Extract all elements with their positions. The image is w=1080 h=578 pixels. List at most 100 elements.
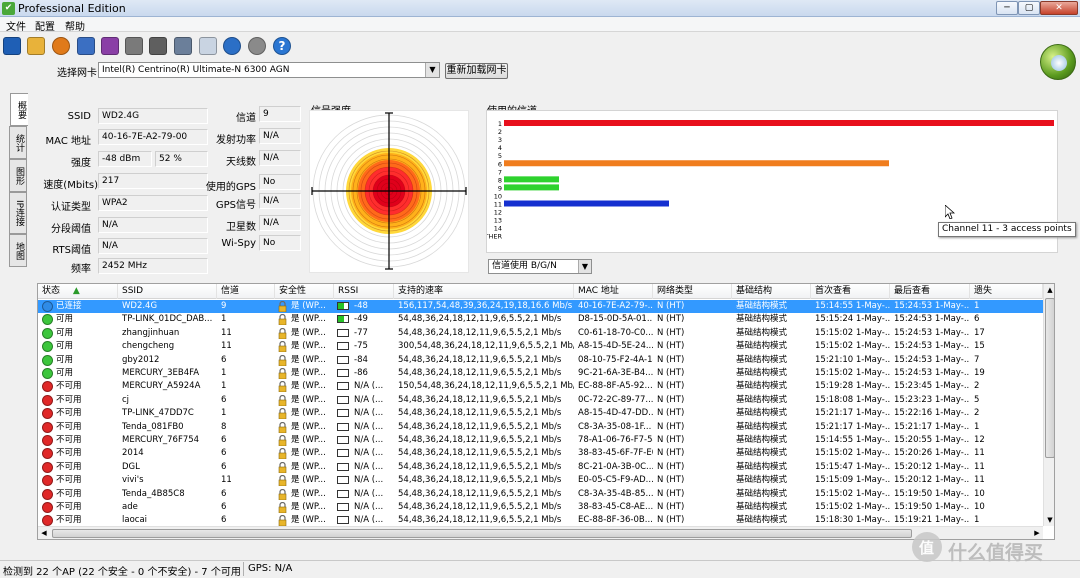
- table-row[interactable]: 可用 zhangjinhuan 11 是 (WP... -77 54,48,36,24,1…: [38, 327, 1043, 340]
- table-row[interactable]: 不可用 DGL 6 是 (WP... N/A (... 54,48,36,24,18,12…: [38, 461, 1043, 474]
- col-last-seen-cell: 15:24:53 1-May-...: [894, 301, 970, 311]
- stats-icon[interactable]: [199, 37, 217, 55]
- col-ssid-cell: chengcheng: [122, 341, 175, 352]
- table-row[interactable]: 不可用 cj 6 是 (WP... N/A (... 54,48,36,24,18,12,…: [38, 394, 1043, 407]
- lock-body: [278, 453, 287, 460]
- gps-icon[interactable]: [248, 37, 266, 55]
- chevron-down-icon[interactable]: ▼: [425, 63, 439, 77]
- col-infrastructure-cell: 基础结构模式: [736, 435, 788, 445]
- header-col-mac[interactable]: MAC 地址: [574, 284, 653, 299]
- channel-axis-label: 2: [498, 128, 502, 136]
- scroll-left-icon[interactable]: ◀: [38, 527, 50, 539]
- table-row[interactable]: 不可用 2014 6 是 (WP... N/A (... 54,48,36,24,18,1…: [38, 447, 1043, 460]
- tab-summary[interactable]: 概要: [10, 93, 28, 126]
- col-rssi-cell: -84: [334, 354, 394, 367]
- col-last-seen-cell: 15:23:23 1-May-...: [894, 394, 970, 405]
- table-row[interactable]: 可用 chengcheng 11 是 (WP... -75 300,54,48,36,24…: [38, 340, 1043, 353]
- tab-ip-connections[interactable]: IP连接: [9, 192, 27, 234]
- channel-bar[interactable]: [504, 200, 669, 207]
- help-icon[interactable]: ?: [273, 37, 291, 55]
- col-ssid-cell: MERCURY_A5924A: [122, 381, 201, 392]
- table-row[interactable]: 不可用 MERCURY_A5924A 1 是 (WP... N/A (... 150,54…: [38, 380, 1043, 393]
- header-col-first-seen[interactable]: 首次查看: [811, 284, 890, 299]
- header-col-ssid[interactable]: SSID: [118, 284, 217, 299]
- channel-bar[interactable]: [504, 184, 559, 191]
- col-security-cell: 是 (WP...: [275, 461, 334, 474]
- network-icon[interactable]: [77, 37, 95, 55]
- col-mac-cell: 38-83-45-C8-AE...: [578, 502, 653, 512]
- frequency-value: 2452 MHz: [98, 258, 208, 274]
- lock-shackle: [279, 488, 286, 494]
- horizontal-scroll-thumb[interactable]: [52, 529, 912, 538]
- col-mac-cell: EC-88-8F-A5-92...: [578, 381, 653, 392]
- vertical-scrollbar[interactable]: ▲ ▼: [1043, 284, 1054, 526]
- scroll-up-icon[interactable]: ▲: [1044, 284, 1054, 296]
- header-col-channel[interactable]: 信道: [217, 284, 275, 299]
- table-row[interactable]: 可用 gby2012 6 是 (WP... -84 54,48,36,24,18,12,1…: [38, 354, 1043, 367]
- table-row[interactable]: 已连接 WD2.4G 9 是 (WP... -48 156,117,54,48,39,36…: [38, 300, 1043, 314]
- table-row[interactable]: 不可用 vivi's 11 是 (WP... N/A (... 54,48,36,24,1…: [38, 474, 1043, 487]
- header-col-network-type[interactable]: 网络类型: [653, 284, 732, 299]
- col-status-cell: 不可用: [38, 488, 118, 501]
- network-config-icon[interactable]: [101, 37, 119, 55]
- channel-mode-value: 信道使用 B/G/N: [492, 261, 557, 271]
- lock-body: [278, 399, 287, 406]
- col-channel-cell: 1: [221, 408, 227, 419]
- tab-stats[interactable]: 统计: [9, 126, 27, 159]
- channel-bar[interactable]: [504, 120, 1054, 126]
- rssi-meter: [337, 355, 349, 364]
- print-icon[interactable]: [149, 37, 167, 55]
- channel-bar[interactable]: [504, 176, 559, 183]
- mac-value: 40-16-7E-A2-79-00: [98, 129, 208, 145]
- close-button[interactable]: ✕: [1040, 1, 1078, 15]
- table-row[interactable]: 不可用 Tenda_081FB0 8 是 (WP... N/A (... 54,48,36…: [38, 421, 1043, 434]
- table-row[interactable]: 不可用 ade 6 是 (WP... N/A (... 54,48,36,24,18,12…: [38, 501, 1043, 514]
- maximize-button[interactable]: ▢: [1018, 1, 1040, 15]
- table-row[interactable]: 不可用 TP-LINK_47DD7C 1 是 (WP... N/A (... 54,48,…: [38, 407, 1043, 420]
- minimize-button[interactable]: ─: [996, 1, 1018, 15]
- channel-mode-select[interactable]: 信道使用 B/G/N ▼: [488, 259, 592, 274]
- menu-help[interactable]: 帮助: [65, 18, 85, 33]
- rssi-meter: [337, 449, 349, 458]
- menu-config[interactable]: 配置: [35, 18, 55, 33]
- header-col-infrastructure[interactable]: 基础结构: [732, 284, 811, 299]
- horizontal-scrollbar[interactable]: ◀ ▶: [38, 526, 1043, 539]
- header-col-rates[interactable]: 支持的速率: [394, 284, 574, 299]
- table-row[interactable]: 可用 MERCURY_3EB4FA 1 是 (WP... -86 54,48,36,24,…: [38, 367, 1043, 380]
- watermark-mark: 值: [919, 539, 935, 557]
- table-row[interactable]: 不可用 MERCURY_76F754 6 是 (WP... N/A (... 54,48,…: [38, 434, 1043, 447]
- header-col-last-seen[interactable]: 最后查看: [890, 284, 970, 299]
- channel-bar[interactable]: [504, 160, 889, 167]
- globe-icon[interactable]: [223, 37, 241, 55]
- menu-file[interactable]: 文件: [6, 18, 26, 33]
- vertical-scroll-thumb[interactable]: [1045, 298, 1054, 458]
- header-col-security[interactable]: 安全性: [275, 284, 334, 299]
- antenna-value: N/A: [259, 150, 301, 166]
- table-row[interactable]: 不可用 Tenda_4B85C8 6 是 (WP... N/A (... 54,48,36…: [38, 488, 1043, 501]
- rts-value: N/A: [98, 238, 208, 254]
- report-icon[interactable]: [174, 37, 192, 55]
- reload-nic-button[interactable]: 重新加载网卡: [445, 63, 508, 79]
- header-col-rssi[interactable]: RSSI: [334, 284, 394, 299]
- col-first-seen-cell: 15:21:10 1-May-...: [815, 354, 890, 365]
- tab-graphs[interactable]: 图形: [9, 159, 27, 192]
- tab-map[interactable]: 地图: [9, 234, 27, 267]
- scroll-down-icon[interactable]: ▼: [1044, 514, 1054, 526]
- nic-select[interactable]: Intel(R) Centrino(R) Ultimate-N 6300 AGN…: [98, 62, 440, 78]
- chevron-down-icon[interactable]: ▼: [578, 260, 591, 273]
- header-col-lost[interactable]: 遗失: [970, 284, 1043, 299]
- col-mac-cell: A8-15-4D-5E-24...: [578, 341, 653, 352]
- header-label: MAC 地址: [578, 286, 619, 296]
- rssi-text: -86: [354, 368, 368, 378]
- gps-signal-value: N/A: [259, 193, 301, 209]
- col-channel-cell: 1: [221, 368, 227, 378]
- lock-icon: [278, 368, 287, 379]
- table-row[interactable]: 可用 TP-LINK_01DC_DAB... 1 是 (WP... -49 54,48,3…: [38, 313, 1043, 326]
- header-col-status[interactable]: 状态 ▲: [38, 284, 118, 299]
- refresh-icon[interactable]: [52, 37, 70, 55]
- save-icon[interactable]: [3, 37, 21, 55]
- status-dot-icon: [42, 408, 53, 420]
- status-text: 可用: [56, 341, 74, 352]
- export-icon[interactable]: [125, 37, 143, 55]
- open-folder-icon[interactable]: [27, 37, 45, 55]
